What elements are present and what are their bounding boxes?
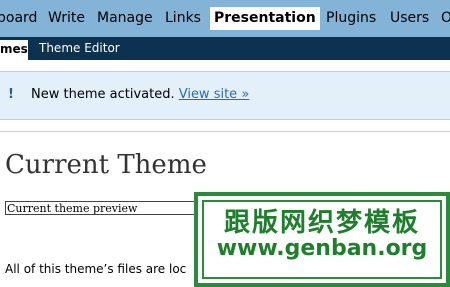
submenu-item-themes[interactable]: mes: [0, 40, 28, 60]
watermark-url-text: www.genban.org: [216, 236, 428, 261]
divider: [0, 131, 450, 132]
view-site-link[interactable]: View site »: [179, 87, 250, 102]
watermark: 跟版网织梦模板 www.genban.org: [194, 192, 450, 287]
page-title: Current Theme: [5, 150, 207, 180]
notice-message: New theme activated. View site »: [31, 87, 249, 102]
admin-page: board Write Manage Links Presentation Pl…: [0, 0, 450, 287]
top-menu: board Write Manage Links Presentation Pl…: [0, 0, 450, 37]
menu-item-presentation[interactable]: Presentation: [210, 7, 320, 30]
theme-files-note: All of this theme’s files are loc: [5, 262, 187, 276]
menu-item-links[interactable]: Links: [165, 0, 201, 37]
submenu-item-theme-editor[interactable]: Theme Editor: [39, 37, 120, 60]
notice-banner: ! New theme activated. View site »: [0, 71, 450, 120]
submenu: mes Theme Editor: [0, 37, 450, 60]
menu-item-users[interactable]: Users: [390, 0, 429, 37]
menu-item-dashboard[interactable]: board: [0, 0, 37, 37]
theme-preview-image: Current theme preview: [5, 201, 205, 215]
menu-item-options[interactable]: O: [441, 0, 450, 37]
exclamation-icon: !: [8, 87, 14, 102]
menu-item-manage[interactable]: Manage: [97, 0, 153, 37]
menu-item-plugins[interactable]: Plugins: [326, 0, 376, 37]
notice-text: New theme activated.: [31, 87, 175, 102]
menu-item-write[interactable]: Write: [48, 0, 85, 37]
watermark-chinese-text: 跟版网织梦模板: [223, 208, 420, 238]
